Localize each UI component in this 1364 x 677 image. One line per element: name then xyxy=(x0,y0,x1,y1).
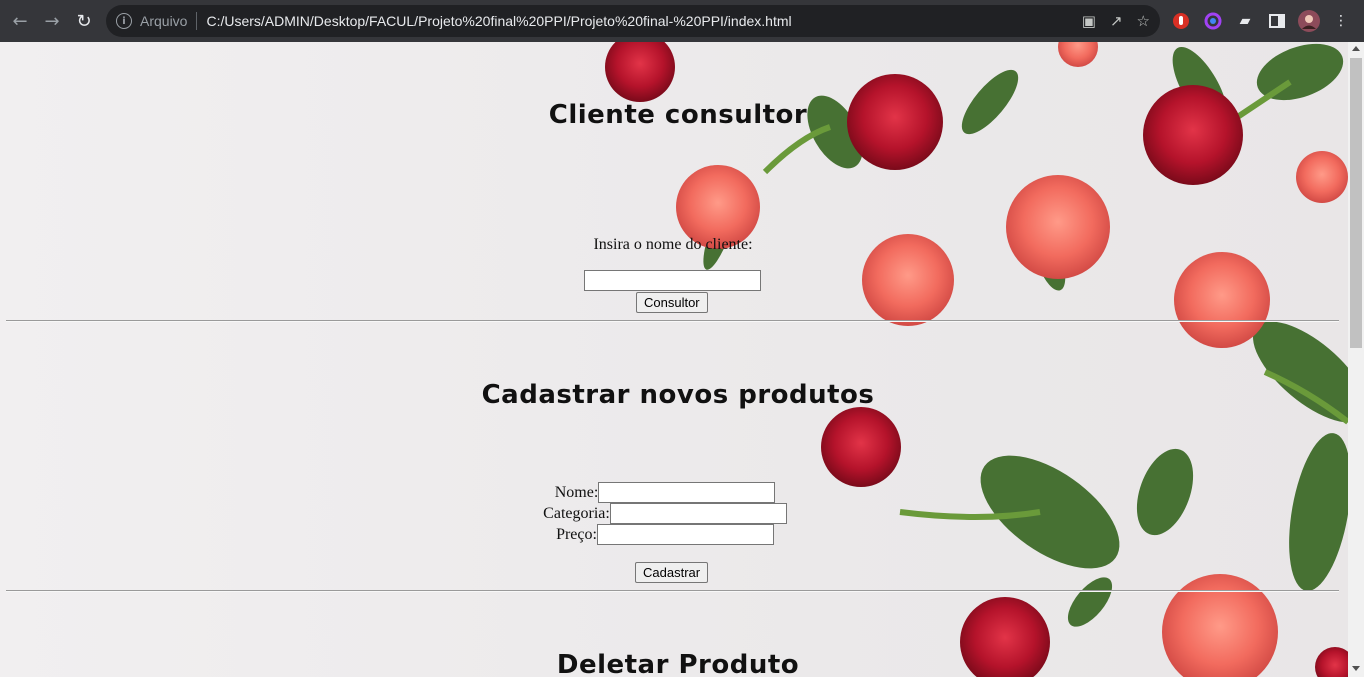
info-icon[interactable]: i xyxy=(116,13,132,29)
register-title: Cadastrar novos produtos xyxy=(481,380,875,410)
product-price-row: Preço: xyxy=(0,524,1338,545)
back-arrow-icon[interactable]: ← xyxy=(4,5,36,37)
address-bar[interactable]: i Arquivo C:/Users/ADMIN/Desktop/FACUL/P… xyxy=(106,5,1160,37)
client-name-input[interactable] xyxy=(584,270,761,291)
puzzle-icon[interactable]: ▰ xyxy=(1234,10,1256,32)
star-icon[interactable]: ☆ xyxy=(1137,12,1150,30)
scrollbar-thumb[interactable] xyxy=(1350,58,1362,348)
product-category-label: Categoria: xyxy=(543,504,610,522)
page-viewport: Cliente consultor Insira o nome do clien… xyxy=(0,42,1348,677)
extensions-area: ▰ ⋮ xyxy=(1170,0,1352,42)
scroll-up-arrow-icon[interactable] xyxy=(1352,46,1360,51)
consult-title: Cliente consultor xyxy=(548,100,808,130)
section-divider-1 xyxy=(6,320,1339,322)
browser-toolbar: ← → ↻ i Arquivo C:/Users/ADMIN/Desktop/F… xyxy=(0,0,1364,42)
product-name-input[interactable] xyxy=(598,482,776,503)
url-text[interactable]: C:/Users/ADMIN/Desktop/FACUL/Projeto%20f… xyxy=(206,13,791,29)
product-category-input[interactable] xyxy=(609,503,787,524)
register-button[interactable]: Cadastrar xyxy=(635,562,709,583)
hand-extension-icon[interactable] xyxy=(1170,10,1192,32)
client-name-prompt: Insira o nome do cliente: xyxy=(593,236,753,253)
side-panel-icon[interactable] xyxy=(1266,10,1288,32)
share-icon[interactable]: ↗ xyxy=(1110,12,1123,30)
menu-icon[interactable]: ⋮ xyxy=(1330,10,1352,32)
profile-avatar-icon[interactable] xyxy=(1298,10,1320,32)
section-divider-2 xyxy=(6,590,1339,592)
consult-button[interactable]: Consultor xyxy=(636,292,708,313)
product-name-label: Nome: xyxy=(554,483,599,501)
product-category-row: Categoria: xyxy=(0,503,1338,524)
translate-icon[interactable]: ▣ xyxy=(1082,12,1096,30)
delete-title: Deletar Produto xyxy=(556,650,800,677)
reload-icon[interactable]: ↻ xyxy=(68,5,100,37)
product-name-row: Nome: xyxy=(0,482,1338,503)
product-price-input[interactable] xyxy=(596,524,774,545)
scheme-label: Arquivo xyxy=(140,13,188,29)
scroll-down-arrow-icon[interactable] xyxy=(1352,666,1360,671)
omnibox-separator xyxy=(196,12,198,30)
omnibox-actions: ▣ ↗ ☆ xyxy=(1082,5,1150,37)
vertical-scrollbar[interactable] xyxy=(1348,42,1364,677)
product-price-label: Preço: xyxy=(556,525,597,543)
circle-extension-icon[interactable] xyxy=(1202,10,1224,32)
forward-arrow-icon[interactable]: → xyxy=(36,5,68,37)
